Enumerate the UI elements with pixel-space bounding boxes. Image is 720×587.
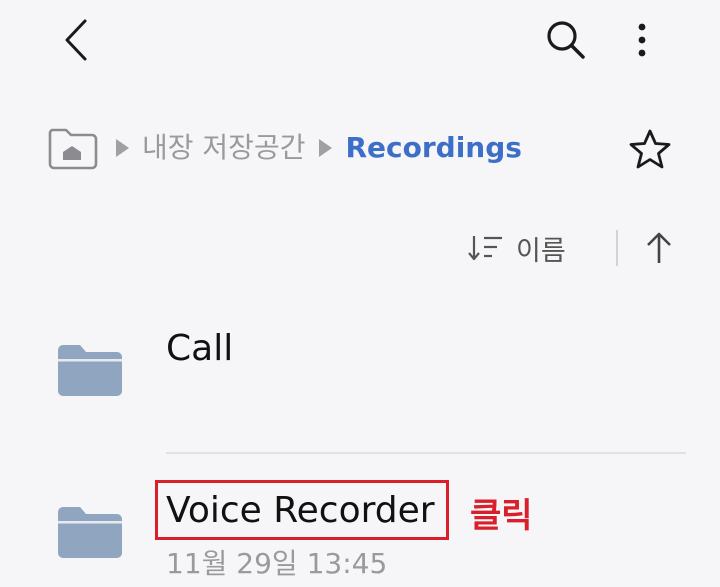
folder-icon bbox=[58, 345, 122, 396]
breadcrumb-internal-storage[interactable]: 내장 저장공간 bbox=[142, 122, 305, 174]
home-folder-icon bbox=[48, 128, 98, 170]
search-button[interactable] bbox=[536, 12, 596, 68]
more-options-button[interactable] bbox=[620, 12, 664, 68]
breadcrumb-separator-icon bbox=[305, 138, 345, 158]
sort-direction-button[interactable] bbox=[636, 224, 682, 272]
favorite-button[interactable] bbox=[622, 122, 678, 176]
list-divider bbox=[166, 452, 686, 454]
file-date: 11월 29일 13:45 bbox=[166, 547, 388, 580]
file-name: Call bbox=[166, 328, 234, 369]
back-button[interactable] bbox=[48, 14, 104, 66]
list-item[interactable]: Call bbox=[40, 300, 690, 420]
arrow-up-icon bbox=[647, 232, 671, 263]
sort-icon bbox=[468, 236, 502, 261]
folder-icon bbox=[58, 507, 122, 558]
more-vertical-icon bbox=[638, 23, 646, 57]
star-icon bbox=[629, 129, 671, 169]
breadcrumb-separator-icon bbox=[102, 138, 142, 158]
breadcrumb: 내장 저장공간 Recordings bbox=[44, 122, 522, 174]
chevron-left-icon bbox=[65, 19, 87, 61]
click-annotation: 클릭 bbox=[470, 496, 533, 536]
highlight-box bbox=[155, 480, 449, 540]
search-icon bbox=[547, 21, 585, 59]
sort-button[interactable]: 이름 bbox=[466, 226, 566, 270]
sort-label: 이름 bbox=[516, 235, 566, 267]
sort-divider bbox=[616, 230, 618, 266]
home-button[interactable] bbox=[44, 122, 102, 174]
breadcrumb-current-folder[interactable]: Recordings bbox=[345, 122, 521, 174]
